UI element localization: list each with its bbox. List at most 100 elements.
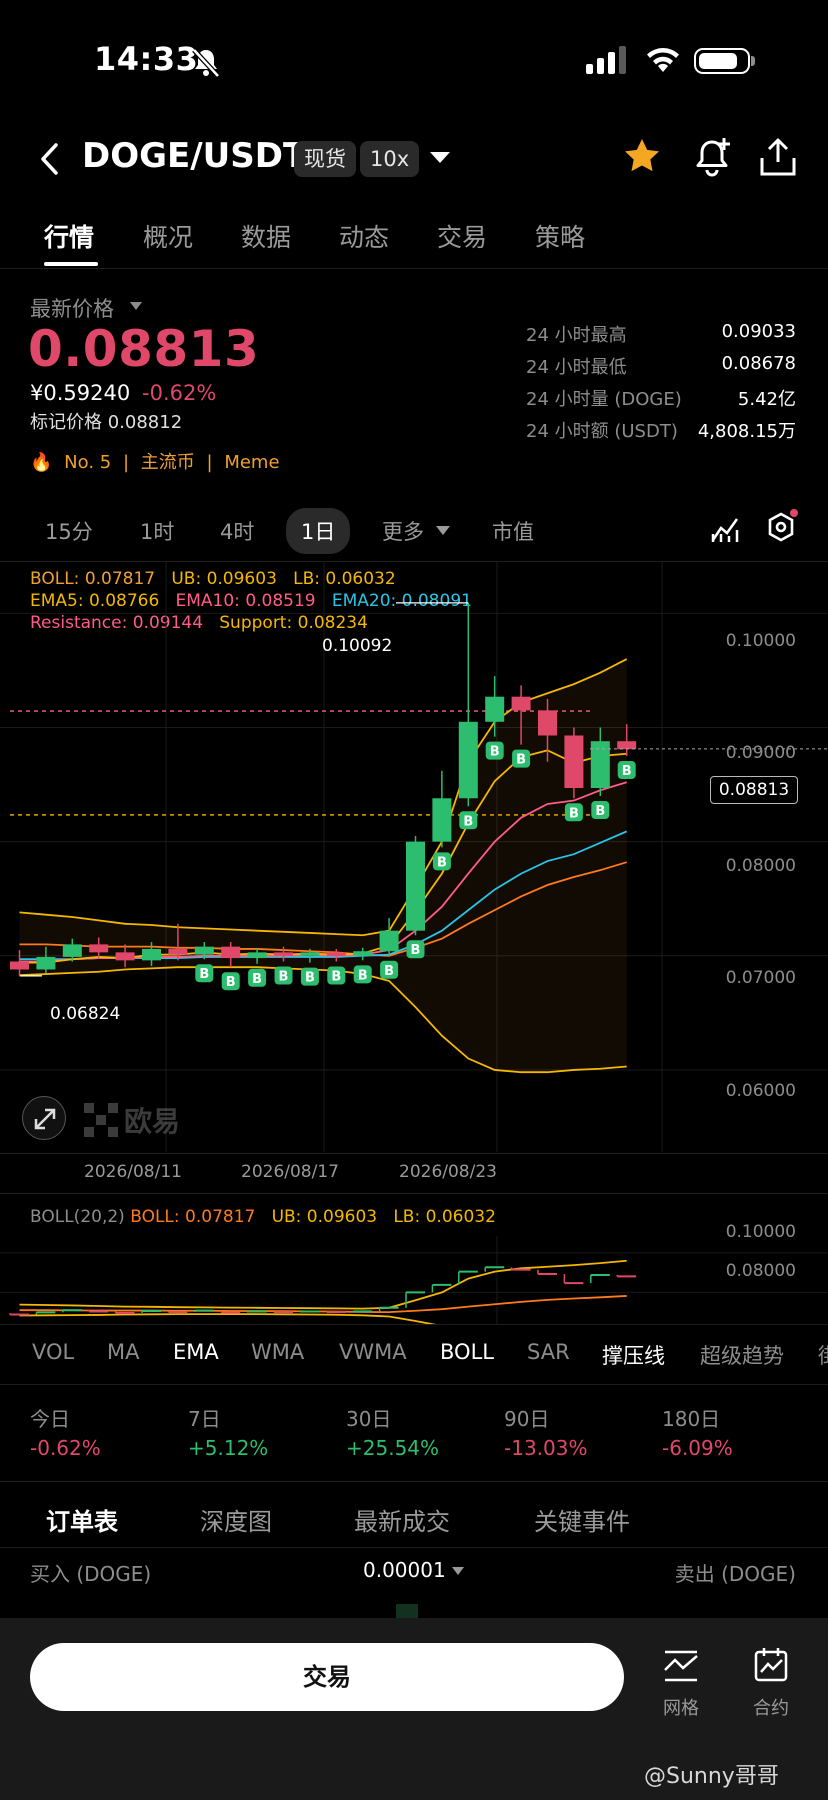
rank-tag[interactable]: No. 5 (64, 452, 111, 473)
sub-boll-mid (19, 1295, 627, 1314)
tab-data[interactable]: 数据 (241, 218, 291, 254)
candle-body (247, 952, 267, 959)
indicator-vol[interactable]: VOL (32, 1340, 74, 1364)
share-icon[interactable] (758, 136, 798, 178)
pair-title[interactable]: DOGE/USDT (82, 136, 306, 176)
tab-depth-chart[interactable]: 深度图 (200, 1502, 272, 1537)
buy-column-header: 买入 (DOGE) (30, 1562, 152, 1586)
back-arrow-icon[interactable] (38, 142, 60, 176)
buy-signal-marker: B (459, 811, 478, 830)
timeframe-market-cap[interactable]: 市值 (492, 516, 534, 546)
buy-signal-letter: B (252, 972, 262, 987)
tab-news[interactable]: 动态 (339, 218, 389, 254)
cny-price: ¥0.59240 (30, 381, 131, 405)
buy-signal-letter: B (595, 804, 605, 819)
candle-body (274, 952, 293, 956)
buy-signal-marker: B (221, 972, 240, 991)
status-time: 14:33 (94, 40, 199, 78)
mark-price: 标记价格 0.08812 (30, 412, 183, 433)
meme-tag[interactable]: Meme (224, 452, 279, 473)
precision-caret-icon[interactable] (452, 1567, 464, 1575)
chart-settings-hex-icon[interactable] (765, 508, 801, 546)
perf-label-30d: 30日 (346, 1407, 392, 1431)
buy-signal-marker: B (564, 803, 583, 822)
y-tick: 0.10000 (725, 631, 796, 651)
timeframe-1h[interactable]: 1时 (140, 516, 174, 546)
divider (0, 268, 828, 269)
brand-watermark: 欧易 (84, 1100, 180, 1140)
buy-signal-marker: B (512, 749, 531, 768)
perf-value-90d: -13.03% (504, 1436, 588, 1460)
stat-label-turnover: 24 小时额 (USDT) (526, 421, 678, 442)
grid-bot-icon[interactable] (662, 1648, 700, 1684)
candle-body (168, 948, 188, 955)
precision-select[interactable]: 0.00001 (363, 1558, 446, 1582)
author-watermark: @Sunny哥哥 (644, 1764, 779, 1789)
stat-value-turnover: 4,808.15万 (697, 421, 796, 442)
divider (0, 1547, 828, 1548)
tab-trade[interactable]: 交易 (437, 218, 487, 254)
price-alert-icon[interactable] (692, 136, 732, 178)
indicator-boll[interactable]: BOLL (440, 1340, 494, 1364)
tab-order-book[interactable]: 订单表 (46, 1502, 118, 1537)
y-tick: 0.07000 (725, 968, 796, 988)
x-date-label: 2026/08/11 (84, 1162, 182, 1182)
indicator-settings-icon[interactable] (710, 514, 740, 544)
divider (0, 1324, 828, 1325)
category-tag[interactable]: 主流币 (141, 452, 195, 473)
candle-body (115, 952, 135, 961)
buy-signal-letter: B (305, 971, 315, 986)
sell-column-header: 卖出 (DOGE) (674, 1562, 796, 1586)
price-type-label[interactable]: 最新价格 (30, 293, 114, 323)
indicator-sar[interactable]: SAR (527, 1340, 570, 1364)
wifi-icon (647, 48, 679, 72)
buy-signal-letter: B (463, 814, 473, 829)
buy-signal-letter: B (384, 964, 394, 979)
candle-body (485, 696, 505, 722)
pair-dropdown-caret-icon[interactable] (430, 152, 450, 163)
candle-body (221, 946, 241, 959)
perf-value-7d: +5.12% (188, 1436, 269, 1460)
y-tick: 0.08000 (725, 856, 796, 876)
battery-icon (694, 48, 750, 74)
indicator-vwma[interactable]: VWMA (339, 1340, 407, 1364)
perf-value-180d: -6.09% (662, 1436, 733, 1460)
indicator-ma[interactable]: MA (107, 1340, 139, 1364)
perf-label-180d: 180日 (662, 1407, 721, 1431)
tab-strategy[interactable]: 策略 (535, 218, 585, 254)
candle-body (62, 944, 82, 957)
tab-market[interactable]: 行情 (44, 218, 94, 254)
timeframe-1d[interactable]: 1日 (286, 508, 351, 554)
indicator-support-resistance[interactable]: 撑压线 (602, 1340, 665, 1370)
indicator-wma[interactable]: WMA (251, 1340, 304, 1364)
divider (0, 1384, 828, 1385)
tab-overview[interactable]: 概况 (143, 218, 193, 254)
contract-icon[interactable] (752, 1646, 790, 1684)
tab-key-events[interactable]: 关键事件 (534, 1502, 630, 1537)
sub-boll-legend: BOLL(20,2) BOLL: 0.07817 UB: 0.09603 LB:… (30, 1207, 496, 1227)
indicator-supertrend[interactable]: 超级趋势 (700, 1340, 784, 1370)
candle-body (617, 741, 637, 750)
price-type-caret-icon[interactable] (130, 302, 142, 310)
fullscreen-button[interactable] (22, 1096, 66, 1140)
buy-signal-marker: B (406, 940, 425, 959)
contract-label[interactable]: 合约 (753, 1694, 789, 1720)
indicator-more[interactable]: 街 (818, 1340, 828, 1370)
tab-latest-trades[interactable]: 最新成交 (354, 1502, 450, 1537)
depth-bar (396, 1604, 418, 1618)
trade-button[interactable]: 交易 (30, 1643, 624, 1711)
boll-sub-chart[interactable] (0, 1236, 828, 1324)
candle-body (326, 952, 346, 956)
candle-body (538, 710, 557, 736)
timeframe-more[interactable]: 更多 (382, 516, 424, 546)
candlestick-chart[interactable]: B B B B B B B B B B B B B B B B (0, 562, 828, 1152)
timeframe-4h[interactable]: 4时 (220, 516, 254, 546)
grid-label[interactable]: 网格 (663, 1694, 699, 1720)
more-caret-icon[interactable] (436, 526, 450, 535)
timeframe-15m[interactable]: 15分 (45, 516, 93, 546)
sub-boll-lower (19, 1313, 437, 1324)
brand-name: 欧易 (124, 1105, 181, 1138)
favorite-star-icon[interactable] (622, 136, 662, 176)
candle-body (89, 944, 109, 953)
indicator-ema[interactable]: EMA (173, 1340, 219, 1364)
